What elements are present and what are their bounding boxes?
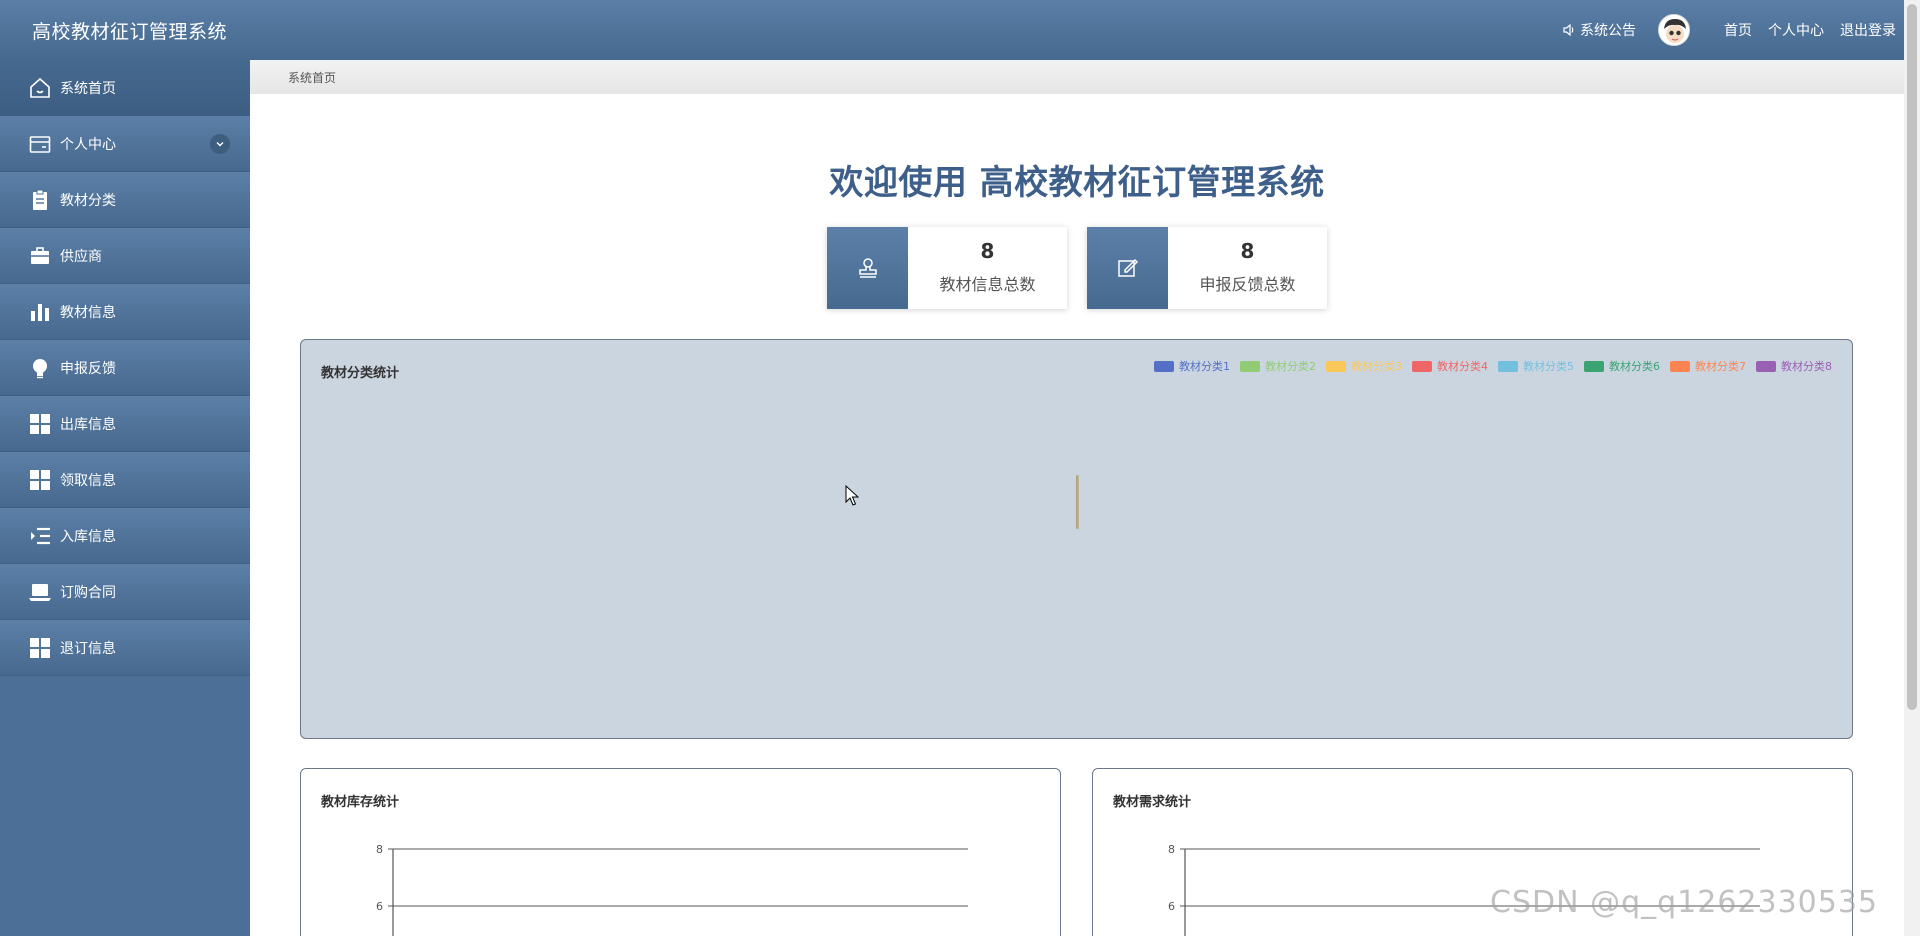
stock-chart-panel: 教材库存统计 86 [300, 768, 1061, 936]
legend-item[interactable]: 教材分类3 [1326, 358, 1402, 374]
header-actions: 系统公告 首页 个人中心 退出登录 [1562, 14, 1896, 46]
top-header: 高校教材征订管理系统 系统公告 首页 个人中心 退出登录 [0, 0, 1920, 60]
breadcrumb[interactable]: 系统首页 [288, 69, 336, 86]
sidebar-item-label: 个人中心 [60, 136, 116, 153]
grid-icon [28, 636, 52, 660]
avatar-face-icon [1659, 15, 1689, 45]
sidebar-item-outbound[interactable]: 出库信息 [0, 396, 250, 452]
bar-chart-icon [28, 300, 52, 324]
grid-icon [28, 412, 52, 436]
grid-icon [28, 468, 52, 492]
sidebar-item-label: 系统首页 [60, 80, 116, 97]
legend-label: 教材分类4 [1437, 360, 1488, 373]
legend-item[interactable]: 教材分类1 [1154, 358, 1230, 374]
y-tick-label: 6 [376, 900, 383, 913]
lightbulb-icon [28, 356, 52, 380]
sidebar-item-label: 领取信息 [60, 472, 116, 489]
stat-label: 教材信息总数 [939, 275, 1036, 294]
sidebar-item-label: 入库信息 [60, 528, 116, 545]
sidebar-item-profile[interactable]: 个人中心 [0, 116, 250, 172]
chart-legend: 教材分类1 教材分类2 教材分类3 教材分类4 教材分类5 教材分类6 教材分类7 教材分类8 [1154, 358, 1832, 374]
laptop-icon [28, 580, 52, 604]
sidebar-item-label: 订购合同 [60, 584, 116, 601]
sidebar-item-receive[interactable]: 领取信息 [0, 452, 250, 508]
pie-slice[interactable] [1076, 475, 1079, 529]
legend-swatch [1670, 360, 1690, 372]
sidebar: 系统首页 个人中心 教材分类 供应商 教材信息 申报反馈 出库信息 领取信息 入… [0, 60, 250, 936]
home-icon [28, 76, 52, 100]
legend-item[interactable]: 教材分类8 [1756, 358, 1832, 374]
y-tick-label: 8 [376, 843, 383, 856]
sidebar-item-label: 出库信息 [60, 416, 116, 433]
sidebar-item-unsubscribe[interactable]: 退订信息 [0, 620, 250, 676]
sidebar-item-category[interactable]: 教材分类 [0, 172, 250, 228]
indent-icon [28, 524, 52, 548]
sidebar-item-contract[interactable]: 订购合同 [0, 564, 250, 620]
stat-card-feedback: 8 申报反馈总数 [1087, 227, 1327, 309]
legend-swatch [1326, 360, 1346, 372]
legend-item[interactable]: 教材分类5 [1498, 358, 1574, 374]
stat-value: 8 [980, 239, 995, 263]
legend-item[interactable]: 教材分类6 [1584, 358, 1660, 374]
legend-swatch [1154, 360, 1174, 372]
legend-label: 教材分类3 [1351, 360, 1402, 373]
sidebar-item-inbound[interactable]: 入库信息 [0, 508, 250, 564]
stamp-icon [827, 227, 908, 309]
legend-swatch [1498, 360, 1518, 372]
category-chart-panel: 教材分类统计 教材分类1 教材分类2 教材分类3 教材分类4 教材分类5 教材分类6 教材分… [300, 339, 1853, 739]
legend-label: 教材分类1 [1179, 360, 1230, 373]
stat-card-materials: 8 教材信息总数 [827, 227, 1067, 309]
legend-item[interactable]: 教材分类2 [1240, 358, 1316, 374]
breadcrumb-bar: 系统首页 [250, 60, 1904, 94]
sidebar-item-feedback[interactable]: 申报反馈 [0, 340, 250, 396]
sidebar-item-label: 退订信息 [60, 640, 116, 657]
legend-label: 教材分类5 [1523, 360, 1574, 373]
page-scrollbar[interactable] [1904, 0, 1920, 936]
stat-label: 申报反馈总数 [1199, 275, 1296, 294]
profile-link[interactable]: 个人中心 [1768, 20, 1824, 40]
legend-swatch [1412, 360, 1432, 372]
legend-label: 教材分类2 [1265, 360, 1316, 373]
legend-swatch [1584, 360, 1604, 372]
y-tick-label: 6 [1168, 900, 1175, 913]
wallet-icon [28, 132, 52, 156]
scrollbar-thumb[interactable] [1907, 4, 1917, 710]
clipboard-icon [28, 188, 52, 212]
legend-swatch [1756, 360, 1776, 372]
watermark: CSDN @q_q1262330535 [1490, 885, 1879, 920]
sidebar-item-label: 申报反馈 [60, 360, 116, 377]
legend-item[interactable]: 教材分类7 [1670, 358, 1746, 374]
speaker-icon [1563, 23, 1574, 37]
app-title: 高校教材征订管理系统 [32, 21, 228, 43]
logout-link[interactable]: 退出登录 [1840, 20, 1896, 40]
legend-swatch [1240, 360, 1260, 372]
home-link[interactable]: 首页 [1724, 20, 1752, 40]
notice-label: 系统公告 [1580, 23, 1636, 39]
sidebar-item-label: 教材分类 [60, 192, 116, 209]
legend-label: 教材分类6 [1609, 360, 1660, 373]
sidebar-item-label: 教材信息 [60, 304, 116, 321]
y-tick-label: 8 [1168, 843, 1175, 856]
legend-item[interactable]: 教材分类4 [1412, 358, 1488, 374]
briefcase-icon [28, 244, 52, 268]
stock-chart: 86 [376, 843, 968, 936]
edit-icon [1087, 227, 1168, 309]
system-notice-link[interactable]: 系统公告 [1562, 20, 1636, 40]
mouse-cursor-icon [845, 485, 859, 506]
chevron-down-icon[interactable] [210, 134, 230, 154]
stat-value: 8 [1240, 239, 1255, 263]
sidebar-item-material[interactable]: 教材信息 [0, 284, 250, 340]
page-title: 欢迎使用 高校教材征订管理系统 [829, 163, 1325, 203]
sidebar-item-label: 供应商 [60, 248, 102, 265]
sidebar-item-supplier[interactable]: 供应商 [0, 228, 250, 284]
legend-label: 教材分类8 [1781, 360, 1832, 373]
avatar[interactable] [1658, 14, 1690, 46]
chart-title: 教材分类统计 [321, 366, 400, 381]
legend-label: 教材分类7 [1695, 360, 1746, 373]
sidebar-item-home[interactable]: 系统首页 [0, 60, 250, 116]
